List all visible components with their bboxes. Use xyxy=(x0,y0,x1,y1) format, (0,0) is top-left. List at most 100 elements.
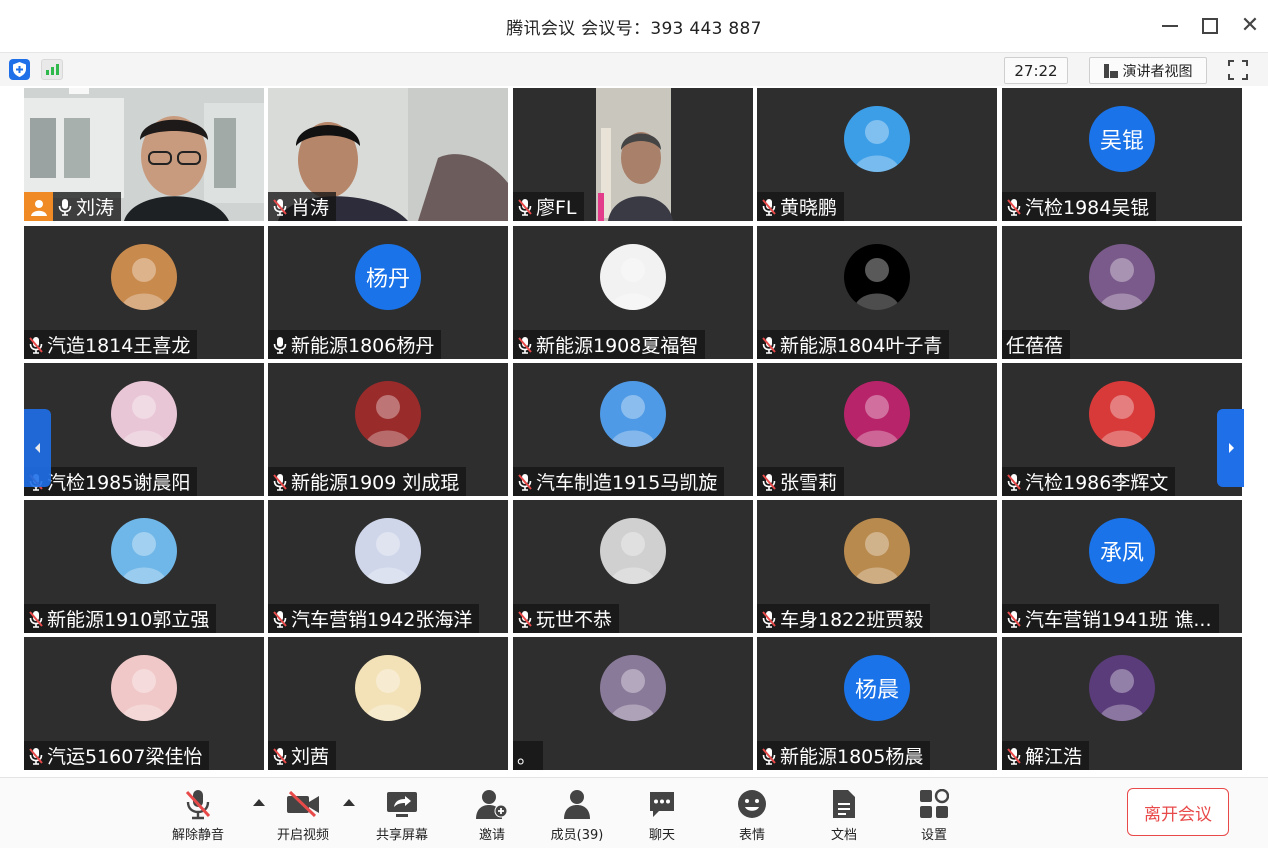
participant-tile[interactable]: 汽检1985谢晨阳 xyxy=(24,363,264,496)
participant-tile[interactable]: 汽造1814王喜龙 xyxy=(24,226,264,359)
participant-tile[interactable]: 汽运51607梁佳怡 xyxy=(24,637,264,770)
security-shield-icon[interactable] xyxy=(9,59,30,80)
chevron-left-icon xyxy=(34,443,40,453)
mic-muted-icon xyxy=(761,747,777,765)
participant-tile[interactable]: 廖FL xyxy=(513,88,753,221)
participant-tile[interactable]: 刘茜 xyxy=(268,637,508,770)
close-button[interactable]: ✕ xyxy=(1236,12,1264,40)
participant-tile[interactable]: 杨丹 新能源1806杨丹 xyxy=(268,226,508,359)
chat-button[interactable]: 聊天 xyxy=(627,788,697,844)
mic-muted-icon xyxy=(181,788,215,820)
share-screen-label: 共享屏幕 xyxy=(375,828,428,843)
participant-name: 新能源1804叶子青 xyxy=(780,335,943,357)
invite-label: 邀请 xyxy=(478,828,505,843)
participant-tile[interactable]: 玩世不恭 xyxy=(513,500,753,633)
unmute-label: 解除静音 xyxy=(171,828,224,843)
mic-muted-icon xyxy=(761,473,777,491)
participant-nameplate: 汽检1984吴锟 xyxy=(1002,192,1157,221)
participant-tile[interactable]: 吴锟 汽检1984吴锟 xyxy=(1002,88,1242,221)
avatar xyxy=(111,518,177,584)
participant-name: 新能源1909 刘成琨 xyxy=(291,472,460,494)
avatar xyxy=(844,381,910,447)
participant-nameplate: 汽检1986李辉文 xyxy=(1002,467,1176,496)
participant-tile[interactable]: 。 xyxy=(513,637,753,770)
settings-label: 设置 xyxy=(920,828,947,843)
unmute-button[interactable]: 解除静音 xyxy=(163,788,233,844)
participant-tile[interactable]: 刘涛 xyxy=(24,88,264,221)
participant-tile[interactable]: 新能源1804叶子青 xyxy=(757,226,997,359)
fullscreen-icon xyxy=(1228,60,1248,80)
next-page-button[interactable] xyxy=(1217,409,1244,487)
emoji-icon xyxy=(735,788,769,820)
participant-grid: 刘涛 肖涛 廖FL 黄晓鹏 吴锟 汽检1984吴锟汽造1814王喜龙 杨丹 新能源1806杨丹… xyxy=(0,86,1268,777)
emoji-button[interactable]: 表情 xyxy=(717,788,787,844)
participant-name: 玩世不恭 xyxy=(536,609,613,631)
mic-muted-icon xyxy=(1006,198,1022,216)
camera-off-icon xyxy=(286,788,320,820)
participant-name: 新能源1806杨丹 xyxy=(291,335,435,357)
chevron-right-icon xyxy=(1228,443,1234,453)
invite-button[interactable]: 邀请 xyxy=(457,788,527,844)
emoji-label: 表情 xyxy=(738,828,765,843)
participant-nameplate: 解江浩 xyxy=(1002,741,1090,770)
participant-nameplate: 汽造1814王喜龙 xyxy=(24,330,198,359)
participant-tile[interactable]: 汽车制造1915马凯旋 xyxy=(513,363,753,496)
fullscreen-button[interactable] xyxy=(1226,58,1250,82)
participant-tile[interactable]: 杨晨 新能源1805杨晨 xyxy=(757,637,997,770)
participant-nameplate: 新能源1909 刘成琨 xyxy=(268,467,467,496)
speaker-view-button[interactable]: 演讲者视图 xyxy=(1089,57,1207,84)
maximize-icon xyxy=(1202,18,1218,34)
start-video-button[interactable]: 开启视频 xyxy=(268,788,338,844)
members-button[interactable]: 成员(39) xyxy=(542,788,612,844)
participant-name: 刘茜 xyxy=(291,746,330,768)
audio-options-caret[interactable] xyxy=(253,799,265,806)
participant-name: 汽造1814王喜龙 xyxy=(47,335,191,357)
participant-name: 汽运51607梁佳怡 xyxy=(47,746,203,768)
leave-meeting-button[interactable]: 离开会议 xyxy=(1127,788,1229,836)
avatar xyxy=(844,244,910,310)
participant-tile[interactable]: 解江浩 xyxy=(1002,637,1242,770)
mic-muted-icon xyxy=(761,198,777,216)
participant-tile[interactable]: 张雪莉 xyxy=(757,363,997,496)
participant-nameplate: 新能源1805杨晨 xyxy=(757,741,931,770)
close-icon: ✕ xyxy=(1240,13,1260,38)
participant-tile[interactable]: 新能源1909 刘成琨 xyxy=(268,363,508,496)
meeting-controls: 解除静音 开启视频 共享屏幕 邀请 成员(39) 聊天 表情 文档 设置 离开会… xyxy=(0,777,1268,848)
participant-name: 任蓓蓓 xyxy=(1006,335,1064,357)
avatar xyxy=(111,381,177,447)
participant-name: 刘涛 xyxy=(76,197,115,219)
participant-name: 汽车营销1941班 谯... xyxy=(1025,609,1212,631)
participant-nameplate: 汽车营销1941班 谯... xyxy=(1002,604,1219,633)
minimize-button[interactable] xyxy=(1156,12,1184,40)
participant-tile[interactable]: 新能源1908夏福智 xyxy=(513,226,753,359)
maximize-button[interactable] xyxy=(1196,12,1224,40)
participant-tile[interactable]: 肖涛 xyxy=(268,88,508,221)
participant-name: 汽车营销1942张海洋 xyxy=(291,609,473,631)
share-screen-button[interactable]: 共享屏幕 xyxy=(367,788,437,844)
host-icon xyxy=(24,192,53,221)
initials-avatar: 承凤 xyxy=(1089,518,1155,584)
participant-tile[interactable]: 黄晓鹏 xyxy=(757,88,997,221)
participant-tile[interactable]: 承凤汽车营销1941班 谯... xyxy=(1002,500,1242,633)
participant-tile[interactable]: 车身1822班贾毅 xyxy=(757,500,997,633)
avatar xyxy=(1089,244,1155,310)
participant-tile[interactable]: 任蓓蓓 xyxy=(1002,226,1242,359)
avatar xyxy=(600,655,666,721)
mic-muted-icon xyxy=(517,198,533,216)
mic-muted-icon xyxy=(272,610,288,628)
participant-tile[interactable]: 新能源1910郭立强 xyxy=(24,500,264,633)
mic-muted-icon xyxy=(1006,747,1022,765)
participant-name: 汽检1986李辉文 xyxy=(1025,472,1169,494)
participant-tile[interactable]: 汽检1986李辉文 xyxy=(1002,363,1242,496)
participant-nameplate: 黄晓鹏 xyxy=(757,192,845,221)
participant-name: 汽检1984吴锟 xyxy=(1025,197,1150,219)
mic-icon xyxy=(57,198,73,216)
documents-button[interactable]: 文档 xyxy=(809,788,879,844)
network-signal-icon[interactable] xyxy=(41,59,63,80)
participant-nameplate: 新能源1806杨丹 xyxy=(268,330,442,359)
video-options-caret[interactable] xyxy=(343,799,355,806)
settings-button[interactable]: 设置 xyxy=(899,788,969,844)
previous-page-button[interactable] xyxy=(24,409,51,487)
mic-muted-icon xyxy=(761,610,777,628)
participant-tile[interactable]: 汽车营销1942张海洋 xyxy=(268,500,508,633)
